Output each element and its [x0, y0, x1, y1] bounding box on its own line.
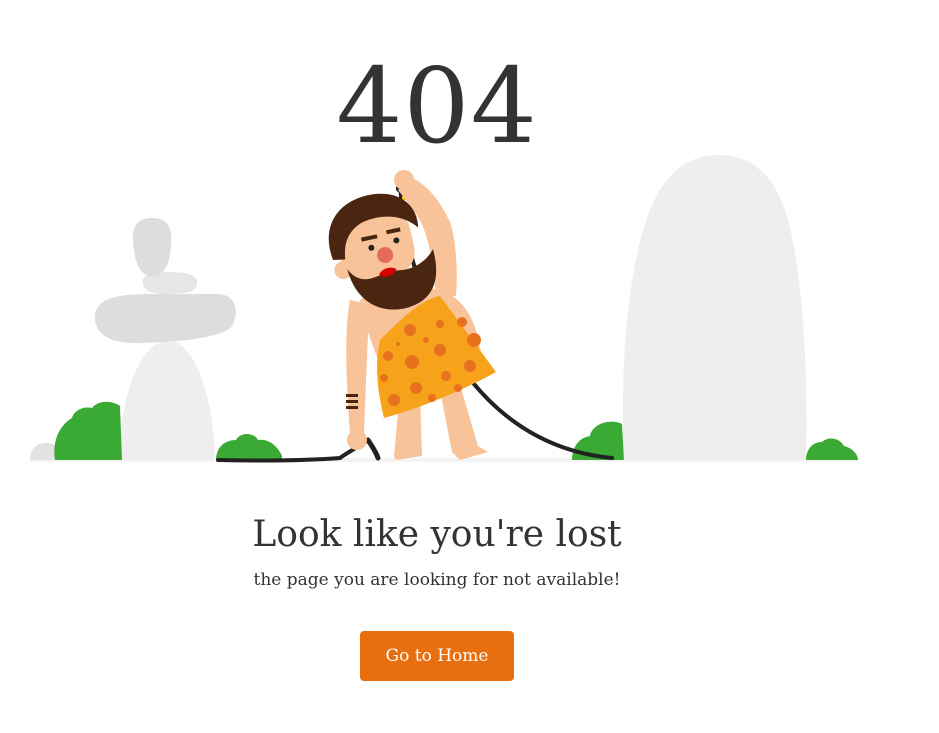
rock-tall-right [622, 154, 807, 460]
caveman [328, 170, 496, 460]
lost-subtext: the page you are looking for not availab… [253, 570, 621, 590]
caveman-illustration [30, 154, 858, 463]
lost-heading: Look like you're lost [252, 514, 622, 555]
go-to-home-button[interactable]: Go to Home [360, 631, 514, 681]
